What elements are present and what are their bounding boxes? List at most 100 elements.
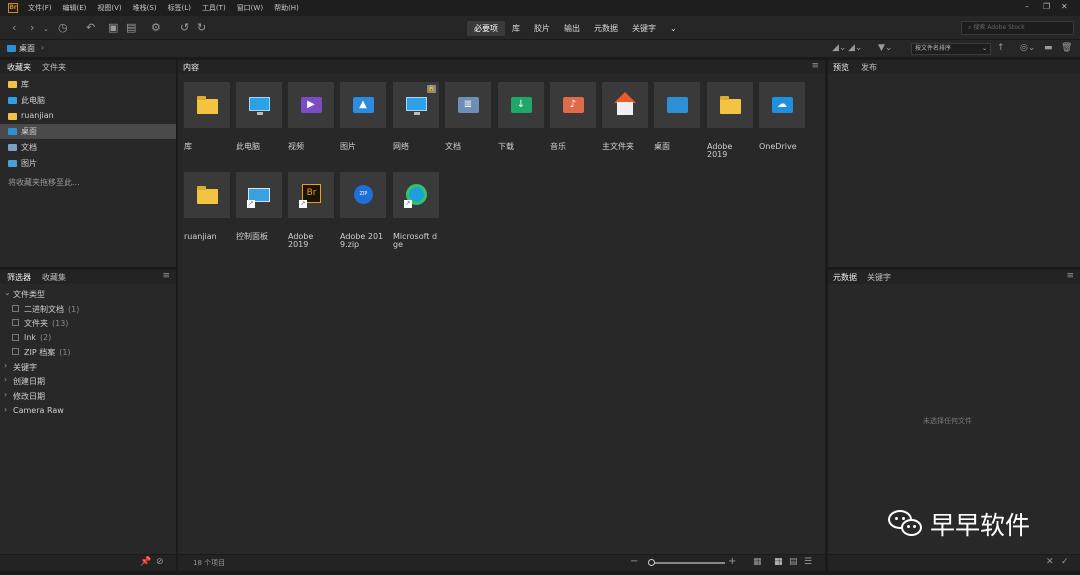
content-item[interactable]: ↓ — [498, 82, 544, 128]
rotate-right-icon[interactable]: ↻ — [197, 21, 206, 34]
workspace-metadata[interactable]: 元数据 — [587, 21, 625, 36]
filter-option-zip[interactable]: ZIP 档案 (1) — [0, 345, 176, 359]
minimize-icon[interactable]: – — [1025, 2, 1029, 11]
content-item[interactable] — [707, 82, 753, 128]
filter-option-folder[interactable]: 文件夹 (13) — [0, 316, 176, 330]
tab-collections[interactable]: 收藏集 — [42, 272, 66, 283]
menu-window[interactable]: 窗口(W) — [237, 3, 263, 13]
zoom-in-icon[interactable]: + — [728, 555, 736, 568]
panel-menu-icon[interactable]: ≡ — [811, 61, 819, 71]
tab-keywords[interactable]: 关键字 — [867, 272, 891, 283]
workspace-output[interactable]: 输出 — [557, 21, 587, 36]
slider-handle[interactable] — [648, 559, 655, 566]
menu-help[interactable]: 帮助(H) — [274, 3, 299, 13]
close-icon[interactable]: ✕ — [1061, 2, 1068, 11]
filter-option-binary[interactable]: 二进制文档 (1) — [0, 302, 176, 316]
tab-content[interactable]: 内容 — [183, 62, 199, 73]
filter-group-keywords[interactable]: › 关键字 — [0, 360, 176, 374]
checkbox[interactable] — [12, 348, 19, 355]
new-folder-icon[interactable]: ▬ — [1044, 42, 1053, 55]
menu-edit[interactable]: 编辑(E) — [63, 3, 87, 13]
breadcrumb-separator[interactable]: › — [41, 43, 44, 52]
list-view-icon[interactable]: ☰ — [804, 556, 812, 569]
cancel-icon[interactable]: ✕ — [1046, 556, 1054, 569]
menu-stacks[interactable]: 堆栈(S) — [133, 3, 157, 13]
back-icon[interactable]: ‹ — [12, 21, 16, 34]
favorite-this-pc[interactable]: 此电脑 — [0, 93, 176, 108]
rotate-left-icon[interactable]: ↺ — [180, 21, 189, 34]
filter-group-date-created[interactable]: › 创建日期 — [0, 374, 176, 388]
checkbox[interactable] — [12, 334, 19, 341]
favorite-desktop[interactable]: 桌面 — [0, 124, 176, 139]
sort-select[interactable]: 按文件名排序 ⌄ — [911, 43, 991, 55]
quality-filter-icon[interactable]: ◢⌄ — [848, 42, 862, 55]
menu-view[interactable]: 视图(V) — [97, 3, 121, 13]
tab-preview[interactable]: 预览 — [833, 62, 849, 73]
restore-icon[interactable]: ❐ — [1043, 2, 1050, 11]
zoom-out-icon[interactable]: − — [630, 555, 638, 568]
menu-file[interactable]: 文件(F) — [28, 3, 52, 13]
trash-icon[interactable]: 🗑 — [1061, 42, 1072, 55]
tab-favorites[interactable]: 收藏夹 — [7, 62, 31, 73]
content-item[interactable] — [184, 172, 230, 218]
tab-folders[interactable]: 文件夹 — [42, 62, 66, 73]
favorite-library[interactable]: 库 — [0, 77, 176, 92]
workspace-keywords[interactable]: 关键字 — [625, 21, 663, 36]
filter-group-camera-raw[interactable]: › Camera Raw — [0, 404, 176, 418]
search-input[interactable]: ⌕ 搜索 Adobe Stock — [961, 21, 1074, 35]
filter-option-lnk[interactable]: lnk (2) — [0, 331, 176, 345]
content-item[interactable]: Br ↗ — [288, 172, 334, 218]
workspace-more-chevron-icon[interactable]: ⌄ — [663, 22, 684, 35]
content-item[interactable]: ZIP — [340, 172, 386, 218]
menu-label[interactable]: 标签(L) — [168, 3, 191, 13]
content-item[interactable] — [602, 82, 648, 128]
content-item[interactable]: ▲ — [340, 82, 386, 128]
checkbox[interactable] — [12, 319, 19, 326]
workspace-filmstrip[interactable]: 胶片 — [527, 21, 557, 36]
checkbox[interactable] — [12, 305, 19, 312]
tab-metadata[interactable]: 元数据 — [833, 272, 857, 283]
thumbnail-view-icon[interactable]: ▦ — [774, 556, 783, 569]
open-in-camera-raw-icon[interactable]: ⚙ — [151, 21, 161, 34]
content-item[interactable]: ≣ — [445, 82, 491, 128]
tab-publish[interactable]: 发布 — [861, 62, 877, 73]
content-item[interactable] — [184, 82, 230, 128]
workspace-library[interactable]: 库 — [505, 21, 527, 36]
panel-menu-icon[interactable]: ≡ — [162, 271, 170, 281]
pin-icon[interactable]: 📌 — [140, 556, 151, 569]
open-recent-icon[interactable]: ◎⌄ — [1020, 42, 1035, 55]
menu-tools[interactable]: 工具(T) — [202, 3, 226, 13]
filter-group-file-type[interactable]: ⌄ 文件类型 — [0, 287, 176, 301]
recent-icon[interactable]: ◷ — [58, 21, 68, 34]
item-label: OneDrive — [759, 142, 797, 151]
content-item[interactable]: ♪ — [550, 82, 596, 128]
details-view-icon[interactable]: ▤ — [789, 556, 798, 569]
grid-lock-icon[interactable]: ▦ — [753, 556, 762, 569]
tab-filter[interactable]: 筛选器 — [7, 272, 31, 283]
camera-import-icon[interactable]: ▣ — [108, 21, 118, 34]
content-item[interactable]: ▶ — [288, 82, 334, 128]
forward-icon[interactable]: › — [30, 21, 34, 34]
rating-filter-icon[interactable]: ◢⌄ — [832, 42, 846, 55]
workspace-essentials[interactable]: 必要项 — [467, 20, 505, 36]
content-item[interactable] — [654, 82, 700, 128]
sort-ascending-icon[interactable]: ↑ — [997, 42, 1005, 55]
apply-icon[interactable]: ✓ — [1061, 556, 1069, 569]
panel-menu-icon[interactable]: ≡ — [1066, 271, 1074, 281]
favorite-pictures[interactable]: 图片 — [0, 156, 176, 171]
boomerang-icon[interactable]: ↶ — [86, 21, 95, 34]
favorite-documents[interactable]: 文档 — [0, 140, 176, 155]
refine-icon[interactable]: ▤ — [126, 21, 136, 34]
thumbnail-size-slider[interactable] — [652, 562, 725, 564]
content-item[interactable]: 🔒 — [393, 82, 439, 128]
content-item[interactable]: ☁ — [759, 82, 805, 128]
breadcrumb[interactable]: 桌面 — [19, 43, 35, 54]
favorite-ruanjian[interactable]: ruanjian — [0, 109, 176, 124]
content-item[interactable]: ↗ — [236, 172, 282, 218]
filter-group-date-modified[interactable]: › 修改日期 — [0, 389, 176, 403]
chevron-down-icon[interactable]: ⌄ — [43, 23, 49, 36]
content-item[interactable]: ↗ — [393, 172, 439, 218]
content-item[interactable] — [236, 82, 282, 128]
clear-filter-icon[interactable]: ⊘ — [156, 556, 164, 569]
filter-items-icon[interactable]: ▼⌄ — [878, 42, 892, 55]
